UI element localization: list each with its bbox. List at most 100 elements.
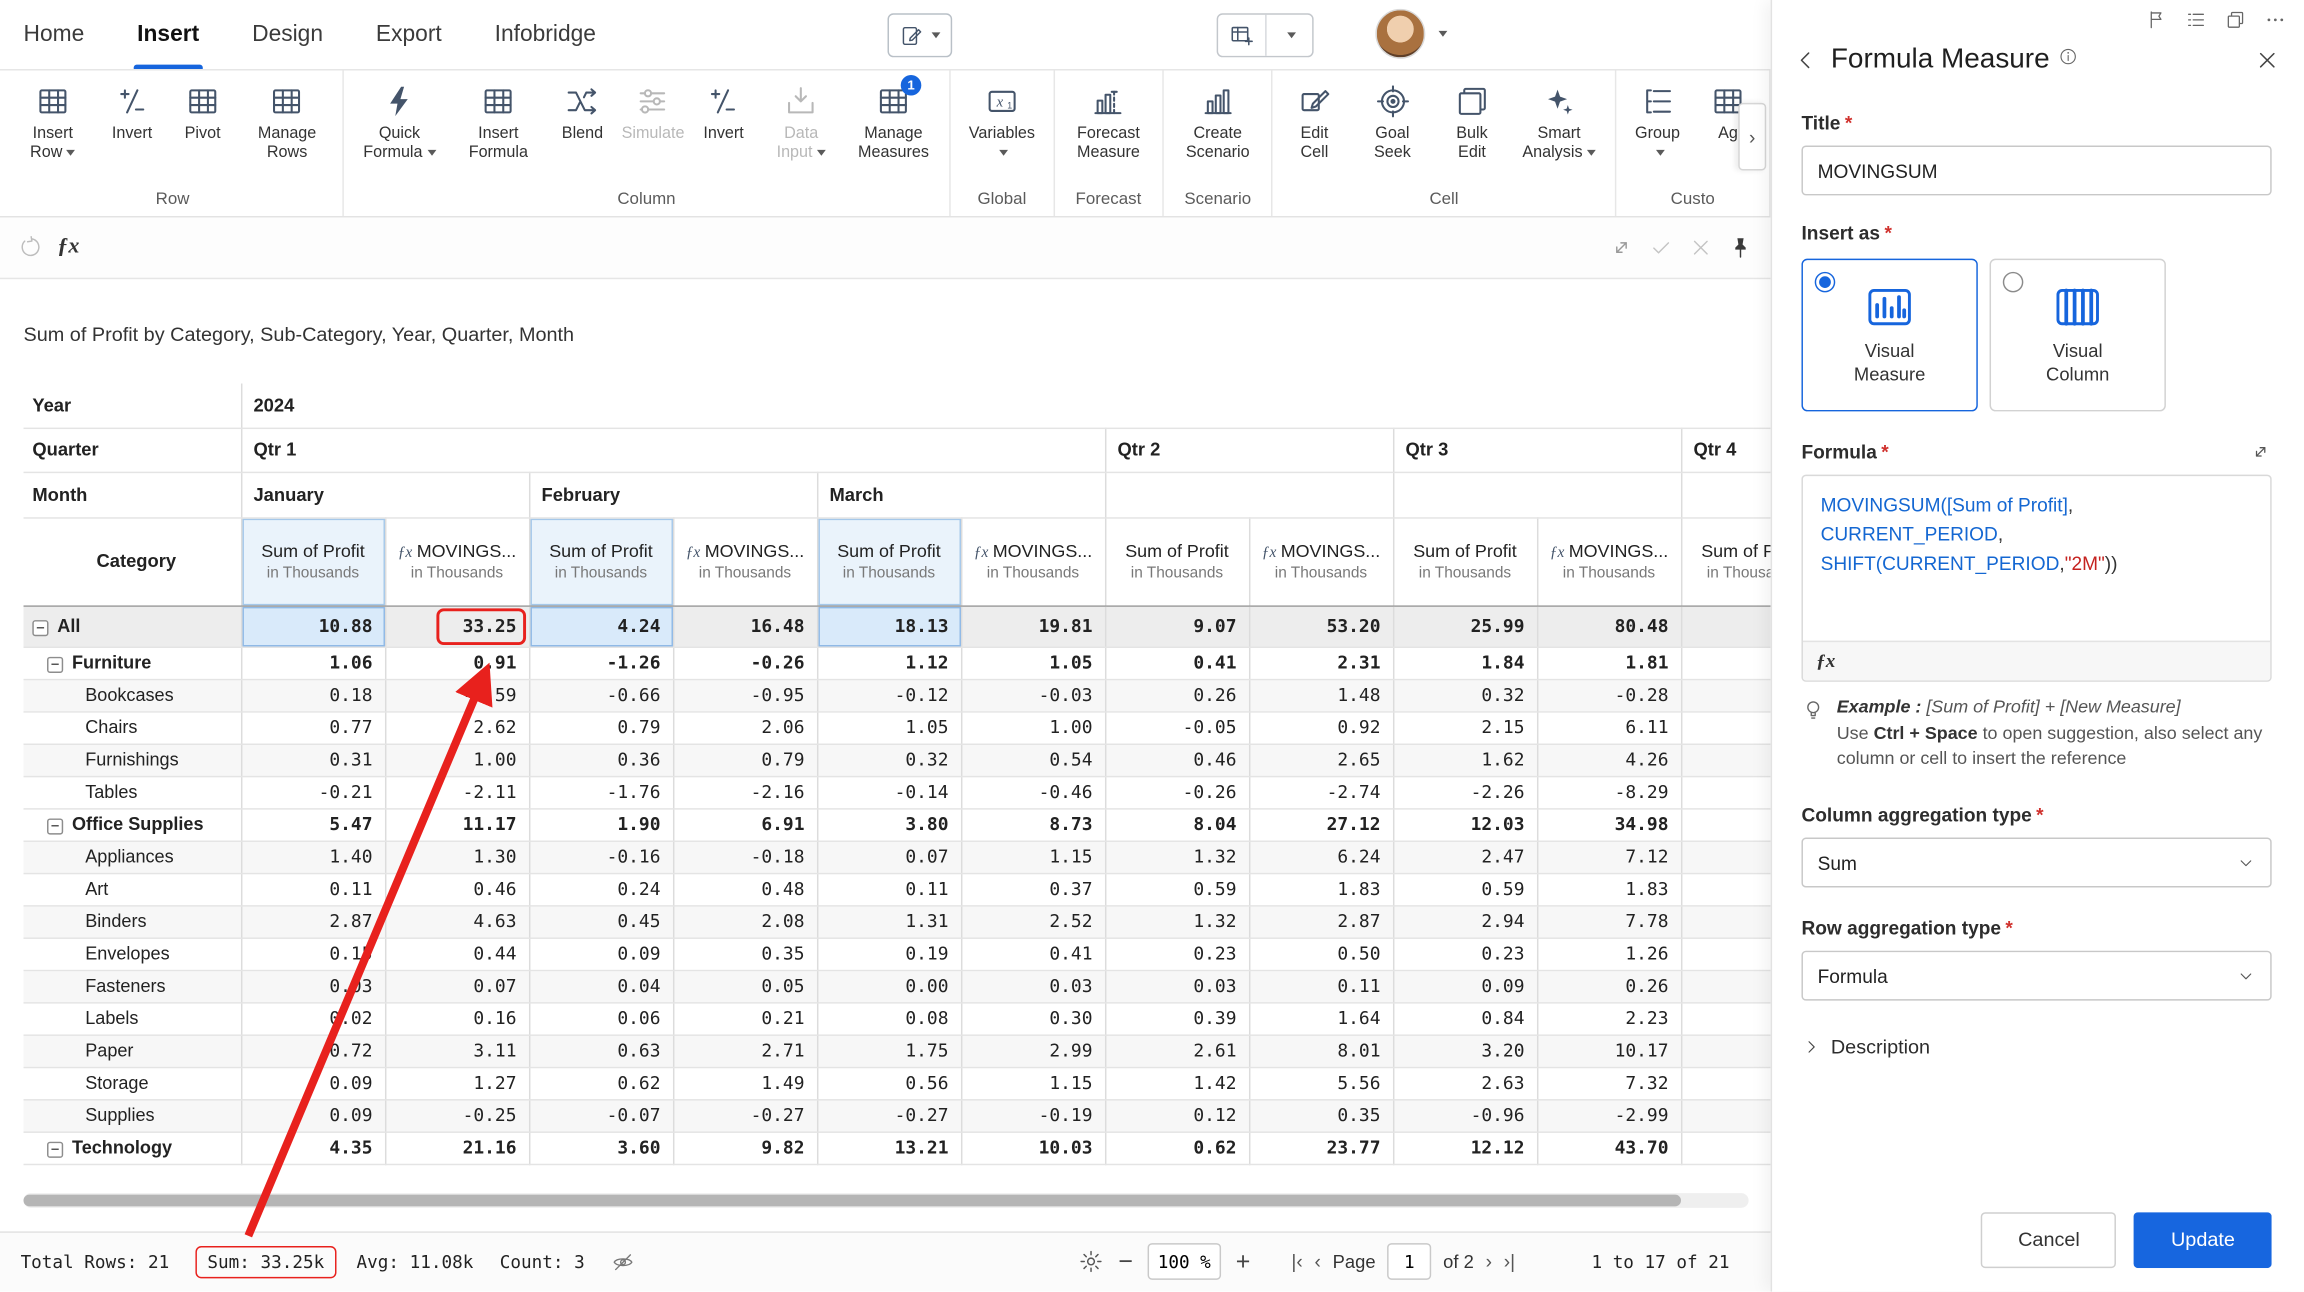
cell-all-0[interactable]: 10.88 (241, 605, 385, 646)
cell-appliances-6[interactable]: 1.32 (1105, 840, 1249, 872)
cell-envelopes-4[interactable]: 0.19 (817, 937, 961, 969)
cell-envelopes-3[interactable]: 0.35 (673, 937, 817, 969)
cell-chairs-4[interactable]: 1.05 (817, 711, 961, 743)
cell-labels-3[interactable]: 0.21 (673, 1002, 817, 1034)
cell-office-supplies-clipped[interactable] (1681, 808, 1771, 840)
category-header[interactable]: Category (24, 517, 241, 605)
cell-paper-8[interactable]: 3.20 (1393, 1034, 1537, 1066)
cell-bookcases-0[interactable]: 0.18 (241, 679, 385, 711)
cell-appliances-8[interactable]: 2.47 (1393, 840, 1537, 872)
cell-tables-8[interactable]: -2.26 (1393, 776, 1537, 808)
pin-panel-icon[interactable] (2145, 9, 2167, 31)
quarter-header-qtr-4[interactable]: Qtr 4 (1681, 428, 1771, 472)
cell-envelopes-2[interactable]: 0.09 (529, 937, 673, 969)
cell-all-2[interactable]: 4.24 (529, 605, 673, 646)
year-header-2024[interactable]: 2024 (241, 384, 1771, 428)
measure-header-sum-of-profit-8[interactable]: Sum of Profitin Thousands (1393, 517, 1537, 605)
cell-chairs-1[interactable]: 2.62 (385, 711, 529, 743)
back-icon[interactable] (1793, 47, 1819, 73)
cell-paper-9[interactable]: 10.17 (1537, 1034, 1681, 1066)
row-label-all[interactable]: –All (24, 605, 241, 646)
ribbon-button-simulate[interactable]: Simulate (619, 76, 687, 151)
cell-storage-3[interactable]: 1.49 (673, 1067, 817, 1099)
cell-binders-7[interactable]: 2.87 (1249, 905, 1393, 937)
cell-fasteners-2[interactable]: 0.04 (529, 970, 673, 1002)
row-label-paper[interactable]: Paper (24, 1034, 241, 1066)
row-label-binders[interactable]: Binders (24, 905, 241, 937)
cell-chairs-3[interactable]: 2.06 (673, 711, 817, 743)
cell-technology-clipped[interactable] (1681, 1131, 1771, 1163)
cell-bookcases-3[interactable]: -0.95 (673, 679, 817, 711)
cell-fasteners-clipped[interactable] (1681, 970, 1771, 1002)
cell-technology-6[interactable]: 0.62 (1105, 1131, 1249, 1163)
cell-office-supplies-7[interactable]: 27.12 (1249, 808, 1393, 840)
settings-gear-icon[interactable] (1079, 1249, 1104, 1274)
quarter-header-qtr-3[interactable]: Qtr 3 (1393, 428, 1681, 472)
cell-all-7[interactable]: 53.20 (1249, 605, 1393, 646)
cell-supplies-9[interactable]: -2.99 (1537, 1099, 1681, 1131)
cell-fasteners-1[interactable]: 0.07 (385, 970, 529, 1002)
cell-furniture-2[interactable]: -1.26 (529, 647, 673, 679)
cell-technology-2[interactable]: 3.60 (529, 1131, 673, 1163)
ribbon-button-goal-seek[interactable]: Goal Seek (1351, 76, 1433, 170)
cell-appliances-3[interactable]: -0.18 (673, 840, 817, 872)
ribbon-button-create-scenario[interactable]: Create Scenario (1171, 76, 1264, 170)
cell-labels-0[interactable]: 0.02 (241, 1002, 385, 1034)
row-label-furnishings[interactable]: Furnishings (24, 744, 241, 776)
horizontal-scrollbar[interactable] (24, 1193, 1749, 1208)
last-page-icon[interactable]: ›| (1504, 1251, 1515, 1273)
cell-furniture-9[interactable]: 1.81 (1537, 647, 1681, 679)
cell-all-1[interactable]: 33.25 (385, 605, 529, 646)
cell-labels-9[interactable]: 2.23 (1537, 1002, 1681, 1034)
cell-bookcases-7[interactable]: 1.48 (1249, 679, 1393, 711)
cell-envelopes-0[interactable]: 0.15 (241, 937, 385, 969)
cell-chairs-2[interactable]: 0.79 (529, 711, 673, 743)
ribbon-button-insert-formula[interactable]: Insert Formula (451, 76, 546, 170)
cell-binders-8[interactable]: 2.94 (1393, 905, 1537, 937)
month-header-empty[interactable] (1681, 472, 1771, 518)
cell-labels-1[interactable]: 0.16 (385, 1002, 529, 1034)
cell-paper-clipped[interactable] (1681, 1034, 1771, 1066)
cell-envelopes-1[interactable]: 0.44 (385, 937, 529, 969)
ribbon-button-smart-analysis[interactable]: Smart Analysis (1511, 76, 1608, 170)
cell-binders-6[interactable]: 1.32 (1105, 905, 1249, 937)
cell-fasteners-0[interactable]: 0.03 (241, 970, 385, 1002)
row-label-labels[interactable]: Labels (24, 1002, 241, 1034)
cell-technology-5[interactable]: 10.03 (961, 1131, 1105, 1163)
cell-paper-1[interactable]: 3.11 (385, 1034, 529, 1066)
cell-storage-8[interactable]: 2.63 (1393, 1067, 1537, 1099)
cell-appliances-4[interactable]: 0.07 (817, 840, 961, 872)
formula-editor[interactable]: MOVINGSUM([Sum of Profit],CURRENT_PERIOD… (1801, 475, 2271, 682)
measure-header-sum-of-profit-6[interactable]: Sum of Profitin Thousands (1105, 517, 1249, 605)
cell-paper-0[interactable]: 0.72 (241, 1034, 385, 1066)
ribbon-button-variables[interactable]: Variables (958, 76, 1046, 170)
measure-header-movings-5[interactable]: ƒxMOVINGS...in Thousands (961, 517, 1105, 605)
measure-header-movings-9[interactable]: ƒxMOVINGS...in Thousands (1537, 517, 1681, 605)
cell-art-1[interactable]: 0.46 (385, 873, 529, 905)
cell-storage-7[interactable]: 5.56 (1249, 1067, 1393, 1099)
cell-tables-2[interactable]: -1.76 (529, 776, 673, 808)
cell-fasteners-9[interactable]: 0.26 (1537, 970, 1681, 1002)
cell-bookcases-9[interactable]: -0.28 (1537, 679, 1681, 711)
cell-office-supplies-4[interactable]: 3.80 (817, 808, 961, 840)
month-header-empty[interactable] (1393, 472, 1681, 518)
ribbon-button-blend[interactable]: Blend (549, 76, 617, 151)
row-label-art[interactable]: Art (24, 873, 241, 905)
cell-art-8[interactable]: 0.59 (1393, 873, 1537, 905)
cell-bookcases-6[interactable]: 0.26 (1105, 679, 1249, 711)
first-page-icon[interactable]: |‹ (1291, 1251, 1302, 1273)
ribbon-button-forecast-measure[interactable]: Forecast Measure (1062, 76, 1155, 170)
quarter-header-qtr-1[interactable]: Qtr 1 (241, 428, 1105, 472)
cell-furnishings-6[interactable]: 0.46 (1105, 744, 1249, 776)
cell-appliances-9[interactable]: 7.12 (1537, 840, 1681, 872)
edit-toolbar-button[interactable] (888, 13, 953, 57)
cell-bookcases-1[interactable]: -0.59 (385, 679, 529, 711)
cell-appliances-clipped[interactable] (1681, 840, 1771, 872)
cell-storage-9[interactable]: 7.32 (1537, 1067, 1681, 1099)
cell-envelopes-6[interactable]: 0.23 (1105, 937, 1249, 969)
cell-supplies-6[interactable]: 0.12 (1105, 1099, 1249, 1131)
cell-fasteners-7[interactable]: 0.11 (1249, 970, 1393, 1002)
ribbon-button-edit-cell[interactable]: Edit Cell (1280, 76, 1348, 170)
cell-supplies-4[interactable]: -0.27 (817, 1099, 961, 1131)
cell-furnishings-8[interactable]: 1.62 (1393, 744, 1537, 776)
